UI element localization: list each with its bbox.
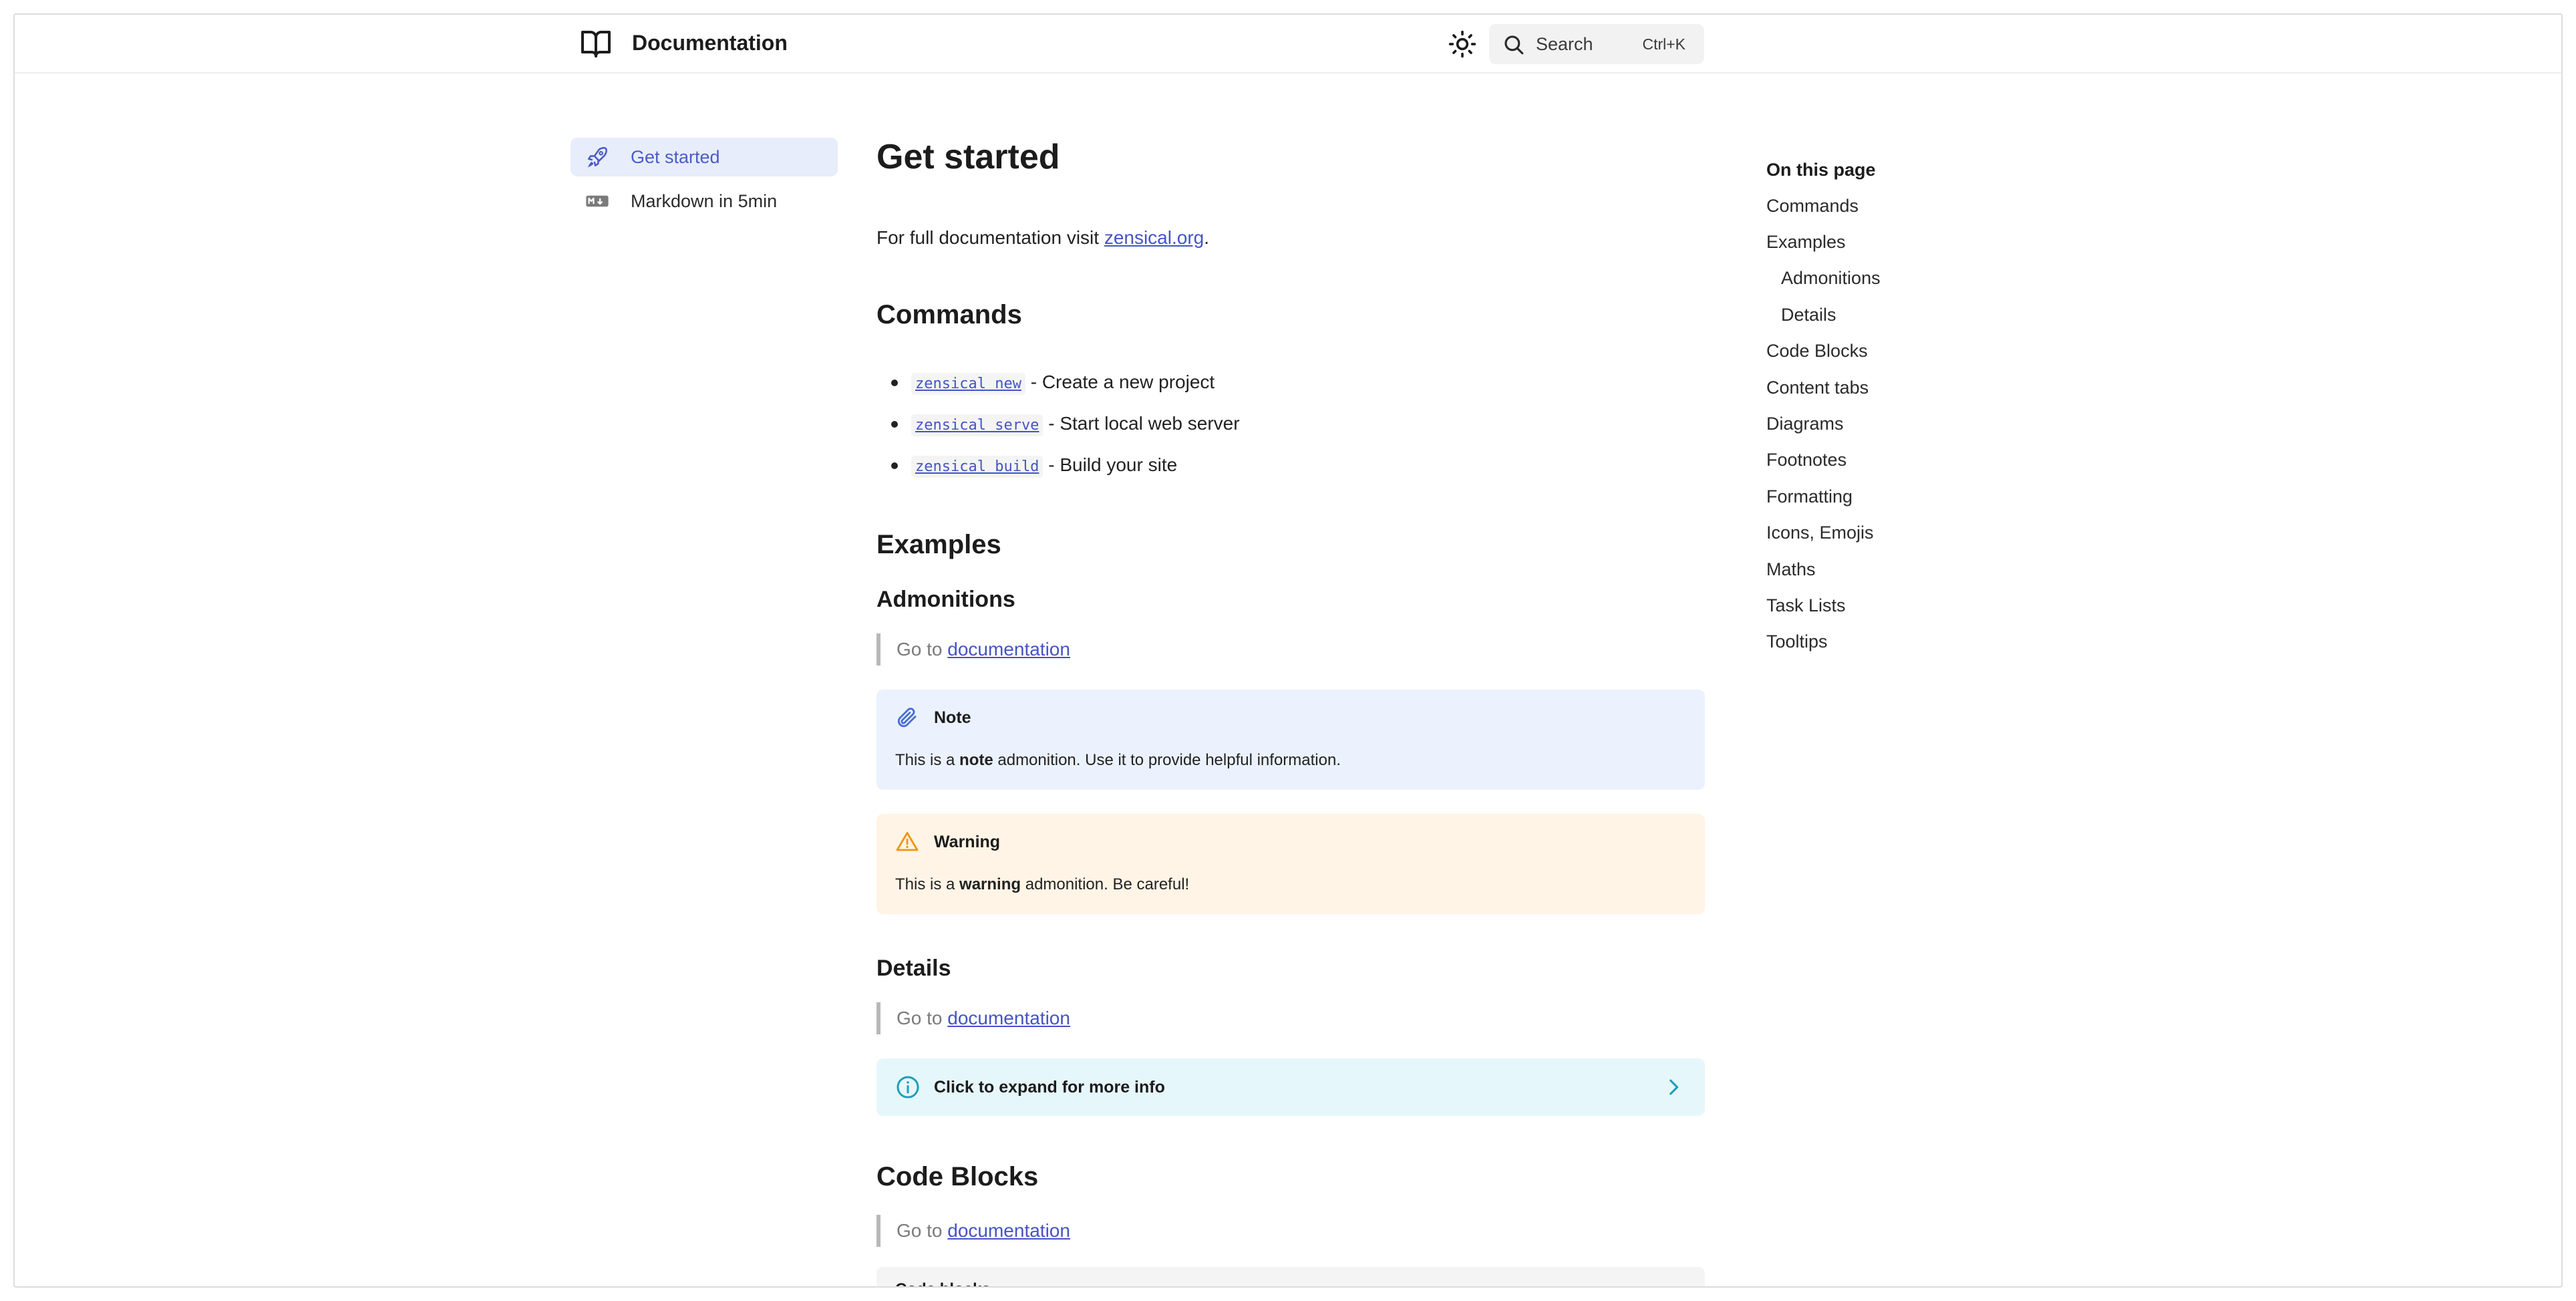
details-summary: Click to expand for more info xyxy=(934,1078,1165,1097)
command-code-link[interactable]: zensical build xyxy=(911,456,1043,478)
list-item: zensical serve - Start local web server xyxy=(891,410,1240,439)
blockquote: Go to documentation xyxy=(876,1002,1070,1034)
sidebar-item-label: Markdown in 5min xyxy=(631,191,778,211)
note-body-prefix: This is a xyxy=(895,751,960,769)
intro-suffix: . xyxy=(1204,227,1209,248)
note-admonition: Note This is a note admonition. Use it t… xyxy=(876,690,1705,790)
warning-triangle-icon xyxy=(896,832,919,851)
toc-item-task-lists[interactable]: Task Lists xyxy=(1766,592,1846,619)
sidebar-item-markdown[interactable]: Markdown in 5min xyxy=(571,182,838,221)
blockquote: Go to documentation xyxy=(876,1215,1070,1247)
heading-admonitions: Admonitions xyxy=(876,587,1015,612)
toc-title: On this page xyxy=(1766,160,1876,180)
search-shortcut: Ctrl+K xyxy=(1642,35,1685,53)
warning-admonition: Warning This is a warning admonition. Be… xyxy=(876,814,1705,914)
paperclip-icon xyxy=(897,708,917,728)
browser-viewport: Documentation Search Ctrl+K Get started … xyxy=(13,13,2563,1288)
heading-code-blocks: Code Blocks xyxy=(876,1162,1039,1191)
warning-title: Warning xyxy=(934,833,1001,851)
intro-prefix: For full documentation visit xyxy=(876,227,1104,248)
zensical-link[interactable]: zensical.org xyxy=(1104,227,1204,248)
search-icon xyxy=(1504,35,1524,55)
note-title: Note xyxy=(934,708,971,727)
warning-body-bold: warning xyxy=(959,875,1021,893)
documentation-link[interactable]: documentation xyxy=(947,1220,1070,1241)
toc-item-maths[interactable]: Maths xyxy=(1766,556,1816,583)
command-desc: - Start local web server xyxy=(1043,413,1240,434)
chevron-right-icon xyxy=(1669,1079,1679,1095)
markdown-icon xyxy=(586,195,609,207)
toc-item-commands[interactable]: Commands xyxy=(1766,192,1859,219)
toc-item-diagrams[interactable]: Diagrams xyxy=(1766,410,1844,437)
search-label: Search xyxy=(1536,34,1593,54)
command-desc: - Create a new project xyxy=(1025,372,1215,392)
toc-item-tooltips[interactable]: Tooltips xyxy=(1766,628,1828,655)
toc-item-code-blocks[interactable]: Code Blocks xyxy=(1766,337,1868,364)
heading-details: Details xyxy=(876,956,951,981)
toc-item-formatting[interactable]: Formatting xyxy=(1766,483,1853,510)
search-button[interactable]: Search Ctrl+K xyxy=(1489,24,1704,64)
rocket-icon xyxy=(587,147,607,168)
code-block: Code blocks xyxy=(876,1267,1705,1286)
command-desc: - Build your site xyxy=(1043,454,1178,475)
documentation-link[interactable]: documentation xyxy=(947,1008,1070,1028)
book-icon[interactable] xyxy=(580,29,612,59)
info-icon xyxy=(897,1076,919,1099)
code-block-title: Code blocks xyxy=(895,1276,991,1286)
page-title: Get started xyxy=(876,138,1060,176)
sidebar-item-get-started[interactable]: Get started xyxy=(571,138,838,176)
toc-item-footnotes[interactable]: Footnotes xyxy=(1766,446,1846,473)
warning-body-prefix: This is a xyxy=(895,875,960,893)
heading-commands: Commands xyxy=(876,300,1022,329)
toc-item-content-tabs[interactable]: Content tabs xyxy=(1766,374,1869,401)
heading-examples: Examples xyxy=(876,530,1001,559)
note-body-suffix: admonition. Use it to provide helpful in… xyxy=(993,751,1341,769)
sun-icon[interactable] xyxy=(1448,29,1477,59)
sidebar-item-label: Get started xyxy=(631,147,720,167)
documentation-link[interactable]: documentation xyxy=(947,639,1070,660)
intro-paragraph: For full documentation visit zensical.or… xyxy=(876,225,1209,251)
command-code-link[interactable]: zensical new xyxy=(911,373,1025,395)
warning-body: This is a warning admonition. Be careful… xyxy=(895,873,1189,897)
blockquote: Go to documentation xyxy=(876,633,1070,666)
toc-item-examples[interactable]: Examples xyxy=(1766,229,1846,255)
toc-item-details[interactable]: Details xyxy=(1781,301,1836,328)
goto-prefix: Go to xyxy=(897,1220,948,1241)
toc-item-admonitions[interactable]: Admonitions xyxy=(1781,265,1881,291)
goto-prefix: Go to xyxy=(897,1008,948,1028)
note-body-bold: note xyxy=(959,751,993,769)
toc-item-icons-emojis[interactable]: Icons, Emojis xyxy=(1766,519,1874,546)
list-item: zensical build - Build your site xyxy=(891,452,1177,480)
warning-body-suffix: admonition. Be careful! xyxy=(1021,875,1190,893)
site-title[interactable]: Documentation xyxy=(632,28,788,57)
details-toggle[interactable]: Click to expand for more info xyxy=(876,1058,1705,1116)
list-item: zensical new - Create a new project xyxy=(891,369,1215,398)
note-body: This is a note admonition. Use it to pro… xyxy=(895,748,1341,772)
goto-prefix: Go to xyxy=(897,639,948,660)
site-header: Documentation Search Ctrl+K xyxy=(15,15,2561,74)
command-code-link[interactable]: zensical serve xyxy=(911,414,1043,436)
